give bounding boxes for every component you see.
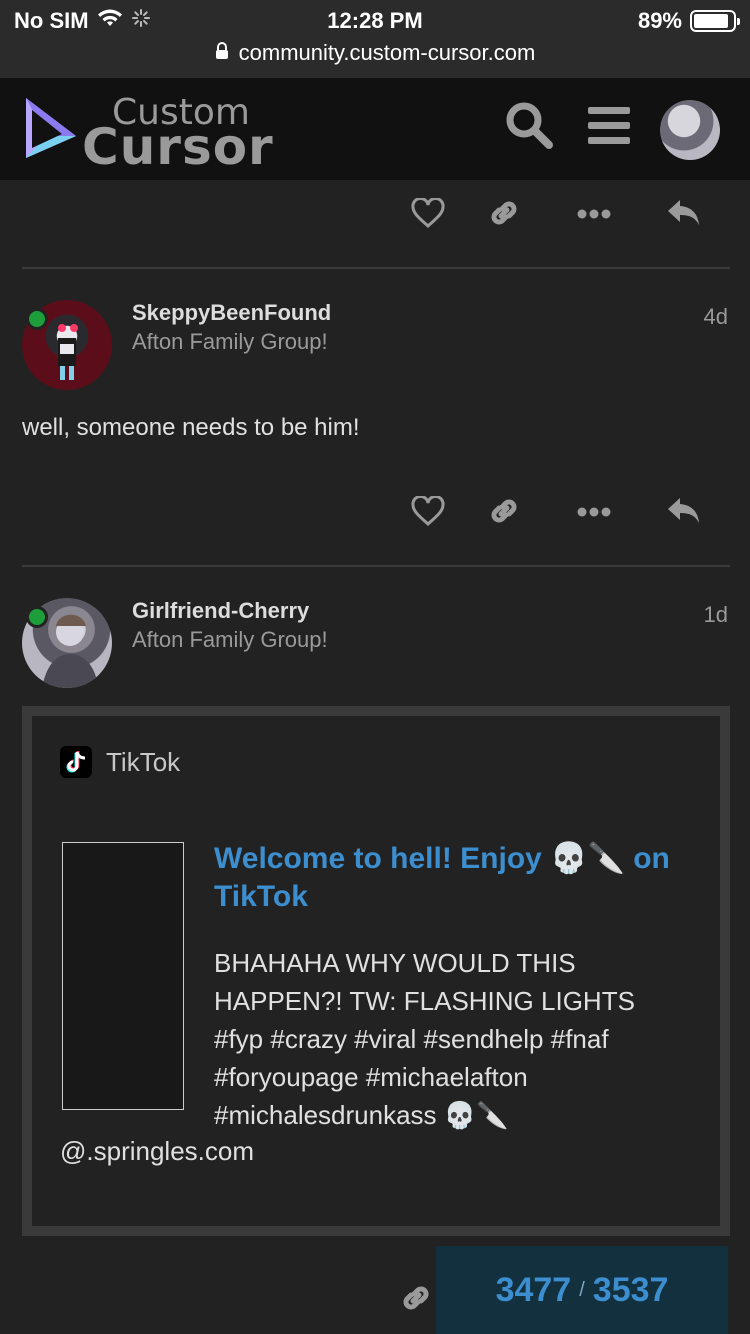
- lock-icon: [215, 40, 229, 66]
- onebox-author: @.springles.com: [60, 1136, 255, 1166]
- more-actions-button[interactable]: [569, 488, 619, 538]
- ellipsis-icon: [577, 206, 611, 224]
- like-button[interactable]: [403, 488, 453, 538]
- post-date[interactable]: 1d: [704, 602, 728, 628]
- menu-button[interactable]: [582, 100, 636, 154]
- onebox-content: TikTok Welcome to hell! Enjoy 💀🔪 on TikT…: [32, 716, 720, 1226]
- url-bar[interactable]: community.custom-cursor.com: [0, 40, 750, 66]
- user-title: Afton Family Group!: [132, 329, 328, 354]
- onebox-source-label: TikTok: [106, 746, 181, 777]
- search-button[interactable]: [502, 100, 556, 154]
- status-right: 89%: [637, 8, 740, 34]
- onebox-description: BHAHAHA WHY WOULD THIS HAPPEN?! TW: FLAS…: [214, 948, 635, 1130]
- search-icon: [504, 100, 554, 155]
- username[interactable]: Girlfriend-Cherry: [132, 598, 309, 624]
- url-text: community.custom-cursor.com: [238, 40, 536, 65]
- share-topic-button[interactable]: [392, 1276, 440, 1324]
- copy-link-button[interactable]: [479, 190, 529, 240]
- user-title: Afton Family Group!: [132, 627, 328, 652]
- online-indicator: [26, 308, 48, 330]
- heart-icon: [411, 494, 445, 531]
- post-date[interactable]: 4d: [704, 304, 728, 330]
- site-header: Custom Cursor: [0, 78, 750, 180]
- link-icon: [487, 196, 521, 235]
- video-thumbnail[interactable]: [62, 842, 184, 1110]
- onebox-title-link[interactable]: Welcome to hell! Enjoy 💀🔪 on TikTok: [214, 840, 674, 916]
- hamburger-menu-icon: [586, 105, 632, 150]
- online-indicator: [26, 606, 48, 628]
- copy-link-button[interactable]: [479, 488, 529, 538]
- reply-icon: [666, 496, 702, 531]
- username[interactable]: SkeppyBeenFound: [132, 300, 331, 326]
- battery-icon: [690, 10, 740, 32]
- post-body: well, someone needs to be him!: [22, 414, 360, 441]
- site-logo[interactable]: Custom Cursor: [22, 92, 273, 176]
- link-icon: [487, 494, 521, 533]
- topic-progress[interactable]: 3477 / 3537: [436, 1246, 728, 1334]
- more-actions-button[interactable]: [569, 190, 619, 240]
- post-controls: [0, 488, 750, 538]
- post-divider: [22, 565, 730, 567]
- tiktok-logo-icon: [60, 746, 92, 778]
- progress-current: 3477: [495, 1270, 572, 1309]
- progress-separator: /: [579, 1278, 585, 1301]
- link-icon: [399, 1281, 433, 1320]
- post-divider: [22, 267, 730, 269]
- ios-status-bar: No SIM 12:28 PM 89% community.custom-cur…: [0, 0, 750, 78]
- logo-text: Custom Cursor: [22, 92, 273, 176]
- heart-icon: [411, 196, 445, 233]
- reply-icon: [666, 198, 702, 233]
- current-user-avatar[interactable]: [660, 100, 720, 160]
- logo-word-cursor: Cursor: [82, 118, 274, 176]
- reply-button[interactable]: [659, 488, 709, 538]
- progress-total: 3537: [592, 1270, 669, 1309]
- battery-level: [694, 14, 728, 28]
- like-button[interactable]: [403, 190, 453, 240]
- reply-button[interactable]: [659, 190, 709, 240]
- onebox-source[interactable]: TikTok: [60, 746, 180, 778]
- tiktok-onebox: TikTok Welcome to hell! Enjoy 💀🔪 on TikT…: [22, 706, 730, 1236]
- battery-percent: 89%: [637, 8, 682, 33]
- ellipsis-icon: [577, 504, 611, 522]
- post-girlfriend-cherry: Girlfriend-Cherry Afton Family Group! 1d: [0, 594, 750, 694]
- post-controls: [0, 190, 750, 240]
